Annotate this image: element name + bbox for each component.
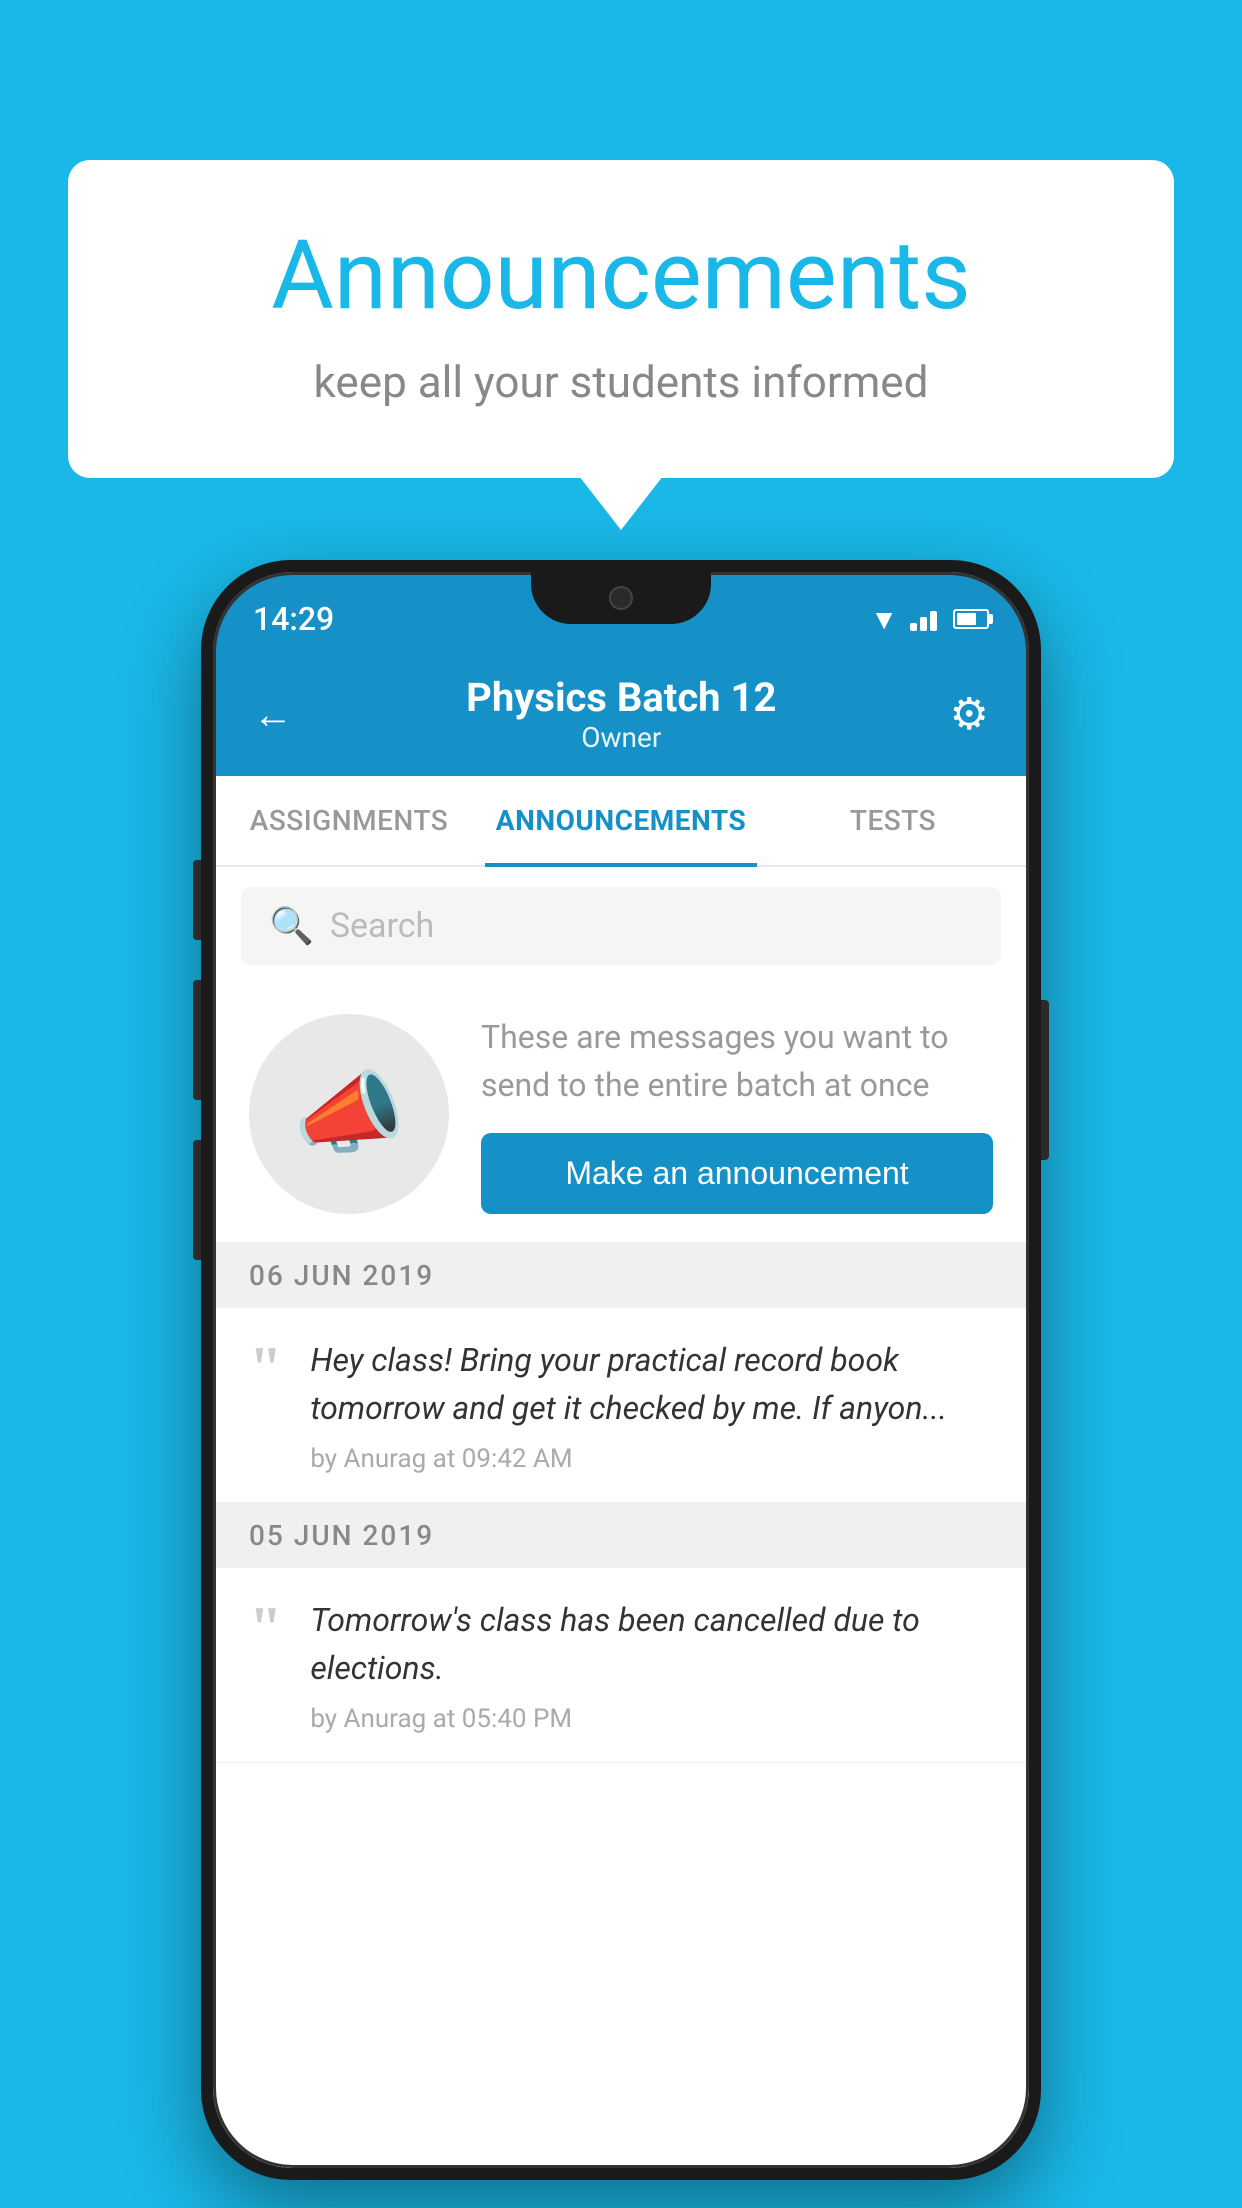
app-bar-title: Physics Batch 12 <box>466 674 776 721</box>
tab-announcements[interactable]: ANNOUNCEMENTS <box>485 776 757 865</box>
phone-screen: 14:29 ▼ ← Physics Batch 12 <box>213 572 1029 2168</box>
promo-description: These are messages you want to send to t… <box>481 1013 993 1109</box>
search-bar-container: 🔍 Search <box>213 867 1029 985</box>
date-label-1: 06 JUN 2019 <box>249 1259 434 1292</box>
announcement-item-1[interactable]: " Hey class! Bring your practical record… <box>213 1308 1029 1503</box>
speech-bubble: Announcements keep all your students inf… <box>68 160 1174 478</box>
wifi-icon: ▼ <box>870 603 898 636</box>
announcement-promo: 📣 These are messages you want to send to… <box>213 985 1029 1243</box>
battery-icon <box>953 609 989 629</box>
date-separator-2: 05 JUN 2019 <box>213 1503 1029 1568</box>
screen-content: 🔍 Search 📣 These are messages you want t… <box>213 867 1029 2168</box>
search-placeholder: Search <box>330 906 434 946</box>
back-button[interactable]: ← <box>253 691 293 738</box>
signal-bars-icon <box>910 607 937 631</box>
volume-up-button <box>193 860 201 940</box>
power-button <box>1041 1000 1049 1160</box>
search-icon: 🔍 <box>269 905 314 947</box>
silent-button <box>193 1140 201 1260</box>
make-announcement-button[interactable]: Make an announcement <box>481 1133 993 1214</box>
tabs-container: ASSIGNMENTS ANNOUNCEMENTS TESTS <box>213 776 1029 867</box>
status-time: 14:29 <box>253 600 334 638</box>
search-bar[interactable]: 🔍 Search <box>241 887 1001 965</box>
quote-icon-2: " <box>249 1604 282 1652</box>
volume-down-button <box>193 980 201 1100</box>
date-label-2: 05 JUN 2019 <box>249 1519 434 1552</box>
announcement-item-2[interactable]: " Tomorrow's class has been cancelled du… <box>213 1568 1029 1763</box>
phone-container: 14:29 ▼ ← Physics Batch 12 <box>201 560 1041 2180</box>
speech-bubble-title: Announcements <box>148 220 1094 332</box>
battery-fill <box>957 613 976 625</box>
megaphone-icon: 📣 <box>293 1061 405 1166</box>
phone-frame: 14:29 ▼ ← Physics Batch 12 <box>201 560 1041 2180</box>
megaphone-circle: 📣 <box>249 1014 449 1214</box>
settings-icon[interactable]: ⚙ <box>950 688 989 740</box>
tab-assignments[interactable]: ASSIGNMENTS <box>213 776 485 865</box>
status-icons: ▼ <box>870 603 989 636</box>
message-content-1: Hey class! Bring your practical record b… <box>310 1336 993 1474</box>
tab-tests[interactable]: TESTS <box>757 776 1029 865</box>
message-meta-2: by Anurag at 05:40 PM <box>310 1704 993 1734</box>
message-text-1: Hey class! Bring your practical record b… <box>310 1336 993 1432</box>
speech-bubble-subtitle: keep all your students informed <box>148 356 1094 408</box>
signal-bar-2 <box>920 617 927 631</box>
message-meta-1: by Anurag at 09:42 AM <box>310 1444 993 1474</box>
message-text-2: Tomorrow's class has been cancelled due … <box>310 1596 993 1692</box>
phone-camera <box>609 586 633 610</box>
signal-bar-3 <box>930 611 937 631</box>
date-separator-1: 06 JUN 2019 <box>213 1243 1029 1308</box>
promo-right: These are messages you want to send to t… <box>481 1013 993 1214</box>
message-content-2: Tomorrow's class has been cancelled due … <box>310 1596 993 1734</box>
app-bar: ← Physics Batch 12 Owner ⚙ <box>213 652 1029 776</box>
quote-icon-1: " <box>249 1344 282 1392</box>
app-bar-subtitle: Owner <box>466 721 776 754</box>
speech-bubble-container: Announcements keep all your students inf… <box>68 160 1174 478</box>
phone-notch <box>531 572 711 624</box>
app-bar-title-group: Physics Batch 12 Owner <box>466 674 776 754</box>
signal-bar-1 <box>910 623 917 631</box>
